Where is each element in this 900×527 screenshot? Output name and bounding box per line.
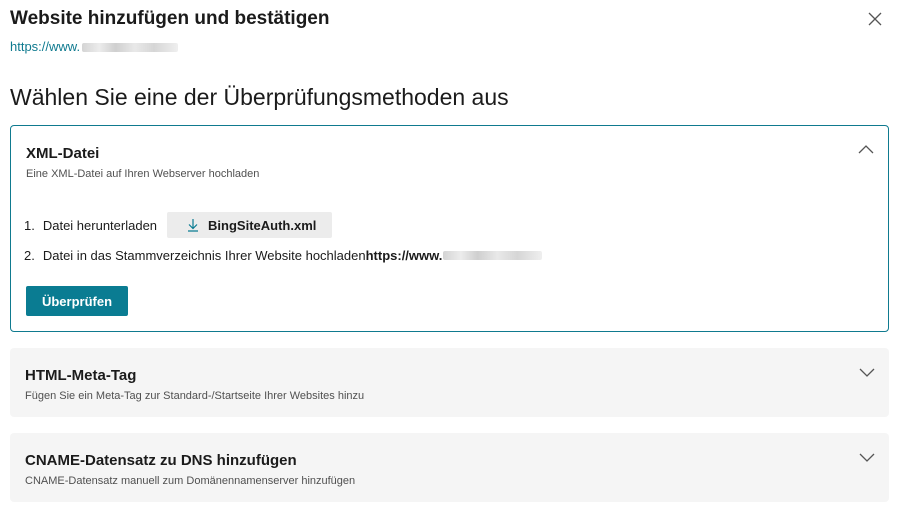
- chevron-down-icon: [859, 368, 875, 377]
- upload-url-text: https://www.: [365, 248, 443, 263]
- close-icon: [868, 12, 882, 26]
- dialog-title: Website hinzufügen und bestätigen: [10, 8, 330, 29]
- method-card-xml: XML-Datei Eine XML-Datei auf Ihren Webse…: [10, 125, 889, 332]
- chevron-down-icon: [859, 453, 875, 462]
- verify-button[interactable]: Überprüfen: [26, 286, 128, 316]
- step-download: 1. Datei herunterladen BingSiteAuth.xml: [24, 212, 333, 238]
- method-title: CNAME-Datensatz zu DNS hinzufügen: [25, 452, 297, 469]
- step-number: 1.: [24, 217, 35, 233]
- method-heading: Wählen Sie eine der Überprüfungsmethoden…: [10, 84, 509, 110]
- step-text: Datei herunterladen: [42, 217, 158, 233]
- site-url-text: https://www.: [10, 39, 81, 54]
- download-icon: [188, 219, 199, 232]
- download-file-button[interactable]: BingSiteAuth.xml: [167, 212, 333, 238]
- redacted-domain: [82, 43, 179, 52]
- download-button-label: BingSiteAuth.xml: [208, 217, 317, 233]
- upload-url: https://www.: [366, 248, 543, 263]
- collapse-button[interactable]: [856, 142, 876, 158]
- expand-button[interactable]: [857, 364, 877, 380]
- step-text: Datei in das Stammverzeichnis Ihrer Webs…: [42, 248, 366, 263]
- expand-button[interactable]: [857, 449, 877, 465]
- site-url-link[interactable]: https://www.: [10, 39, 179, 54]
- method-subtitle: CNAME-Datensatz manuell zum Domänennamen…: [25, 475, 356, 487]
- step-upload: 2. Datei in das Stammverzeichnis Ihrer W…: [24, 248, 543, 263]
- close-button[interactable]: [864, 8, 886, 30]
- method-title: XML-Datei: [26, 145, 100, 162]
- method-title: HTML-Meta-Tag: [25, 367, 137, 384]
- method-subtitle: Eine XML-Datei auf Ihren Webserver hochl…: [26, 168, 260, 180]
- method-card-cname[interactable]: CNAME-Datensatz zu DNS hinzufügen CNAME-…: [10, 433, 889, 502]
- chevron-up-icon: [858, 145, 874, 154]
- step-number: 2.: [24, 248, 35, 263]
- method-card-meta-tag[interactable]: HTML-Meta-Tag Fügen Sie ein Meta-Tag zur…: [10, 348, 889, 417]
- redacted-domain: [443, 251, 543, 260]
- method-subtitle: Fügen Sie ein Meta-Tag zur Standard-/Sta…: [25, 390, 365, 402]
